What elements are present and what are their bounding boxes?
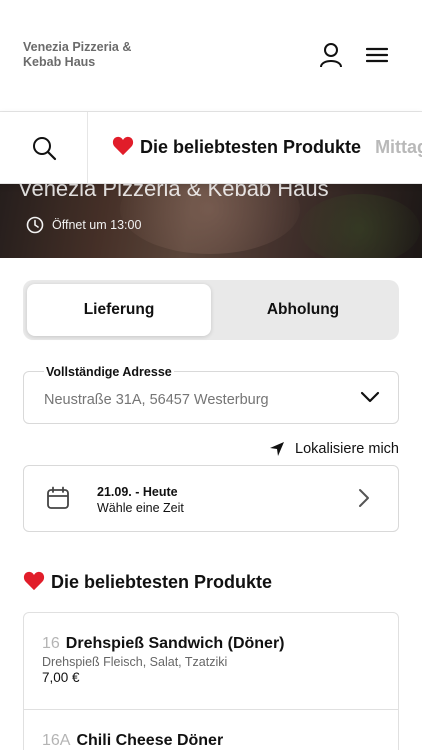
tab-label: Die beliebtesten Produkte xyxy=(140,137,362,157)
chevron-right-icon xyxy=(359,489,369,507)
order-mode-toggle: Lieferung Abholung xyxy=(23,280,399,340)
location-arrow-icon xyxy=(270,442,285,456)
hero-banner: Venezia Pizzeria & Kebab Haus Öffnet um … xyxy=(0,184,422,258)
choose-time-text: Wähle eine Zeit xyxy=(97,501,184,515)
heart-icon xyxy=(112,136,134,156)
section-title: Die beliebtesten Produkte xyxy=(23,571,272,593)
hero-title: Venezia Pizzeria & Kebab Haus xyxy=(18,184,329,201)
product-name: Drehspieß Sandwich (Döner) xyxy=(65,635,285,652)
search-icon[interactable] xyxy=(0,112,88,183)
restaurant-name: Venezia Pizzeria & Kebab Haus xyxy=(23,40,132,69)
clock-icon xyxy=(26,216,44,234)
opening-hours: Öffnet um 13:00 xyxy=(26,216,141,234)
locate-label: Lokalisiere mich xyxy=(295,441,399,457)
locate-me-button[interactable]: Lokalisiere mich xyxy=(269,441,399,457)
category-bar: Die beliebtesten Produkte Mittagsangebote xyxy=(0,112,422,184)
heart-icon xyxy=(23,571,45,591)
chevron-down-icon[interactable] xyxy=(360,390,380,404)
product-price: 7,00 € xyxy=(42,670,80,685)
tab-popular-products[interactable]: Die beliebtesten Produkte xyxy=(112,136,361,158)
product-number: 16A xyxy=(42,732,71,749)
category-tabs: Die beliebtesten Produkte Mittagsangebote xyxy=(112,136,422,158)
address-input[interactable] xyxy=(44,392,344,408)
product-item[interactable]: 16A Chili Cheese Döner xyxy=(24,709,398,750)
product-item[interactable]: 16 Drehspieß Sandwich (Döner) Drehspieß F… xyxy=(24,613,398,709)
tab-lunch-offers[interactable]: Mittagsangebote xyxy=(375,137,422,158)
calendar-icon xyxy=(47,486,69,509)
delivery-button[interactable]: Lieferung xyxy=(27,284,211,336)
menu-icon[interactable] xyxy=(364,42,390,68)
app-header: Venezia Pizzeria & Kebab Haus xyxy=(0,0,422,112)
delivery-time-selector[interactable]: 21.09. - Heute Wähle eine Zeit xyxy=(23,465,399,532)
section-title-text: Die beliebtesten Produkte xyxy=(51,572,273,592)
selected-date: 21.09. - Heute xyxy=(97,485,178,499)
pickup-button[interactable]: Abholung xyxy=(211,284,395,336)
product-number: 16 xyxy=(42,635,60,652)
address-label: Vollständige Adresse xyxy=(44,365,174,379)
opening-text: Öffnet um 13:00 xyxy=(52,218,142,232)
product-description: Drehspieß Fleisch, Salat, Tzatziki xyxy=(42,655,228,669)
user-icon[interactable] xyxy=(318,42,344,68)
product-name: Chili Cheese Döner xyxy=(76,732,224,749)
product-list: 16 Drehspieß Sandwich (Döner) Drehspieß F… xyxy=(23,612,399,750)
